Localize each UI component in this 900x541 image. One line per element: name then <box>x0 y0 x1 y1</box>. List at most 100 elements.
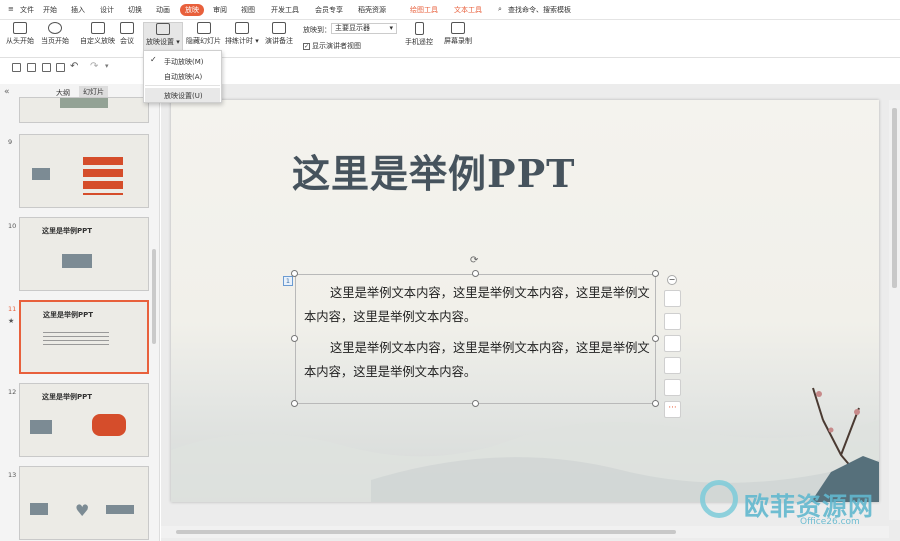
menu-home[interactable]: 开始 <box>43 5 57 15</box>
slide-number: 10 <box>8 222 17 230</box>
vertical-scrollbar[interactable] <box>889 100 900 520</box>
chevron-down-icon: ▾ <box>389 24 393 32</box>
menu-drawing-tools[interactable]: 绘图工具 <box>410 5 438 15</box>
menu-review[interactable]: 审阅 <box>213 5 227 15</box>
command-search[interactable]: 查找命令、搜索模板 <box>508 5 571 15</box>
lightbulb-icon[interactable] <box>664 379 681 396</box>
slideshow-icon <box>13 22 27 34</box>
menu-slideshow[interactable]: 放映 <box>180 4 204 16</box>
phone-icon <box>414 22 424 35</box>
slide-thumbnail-9[interactable] <box>19 134 149 208</box>
resize-handle[interactable] <box>472 400 479 407</box>
animation-order-badge[interactable]: 1 <box>283 276 293 286</box>
settings-icon <box>155 23 170 35</box>
slide-number: 12 <box>8 388 17 396</box>
thumb-graphic <box>106 505 134 514</box>
resize-handle[interactable] <box>652 400 659 407</box>
menu-text-tools[interactable]: 文本工具 <box>454 5 482 15</box>
watermark-subtext: Office26.com <box>800 517 860 527</box>
panel-scrollbar[interactable] <box>152 249 156 344</box>
timer-icon <box>234 22 249 34</box>
custom-show-button[interactable]: 自定义放映 <box>80 22 115 46</box>
resize-handle[interactable] <box>291 270 298 277</box>
hide-slide-button[interactable]: 隐藏幻灯片 <box>186 22 221 46</box>
slide-thumbnail-10[interactable]: 这里是举例PPT <box>19 217 149 291</box>
slideshow-settings-menu: ✓ 手动放映(M) 自动放映(A) 放映设置(U) <box>143 50 222 103</box>
slide-thumbnail-11[interactable]: 这里是举例PPT <box>19 300 149 374</box>
menu-item-auto[interactable]: 自动放映(A) <box>164 72 202 82</box>
screen-record-button[interactable]: 屏幕录制 <box>444 22 472 46</box>
search-icon[interactable]: ⌕ <box>498 5 502 14</box>
slide-number: 11 <box>8 305 17 313</box>
meeting-button[interactable]: 会议 <box>120 22 134 46</box>
phone-remote-button[interactable]: 手机遥控 <box>405 22 433 47</box>
body-paragraph-1[interactable]: 这里是举例文本内容，这里是举例文本内容，这里是举例文本内容，这里是举例文本内容。 <box>304 282 654 329</box>
print-preview-icon[interactable] <box>56 63 65 72</box>
slide-number: 13 <box>8 471 17 479</box>
chevron-down-icon: ▾ <box>253 37 259 45</box>
print-icon[interactable] <box>42 63 51 72</box>
horizontal-scrollbar[interactable] <box>161 526 889 538</box>
menu-docer[interactable]: 稻壳资源 <box>358 5 386 15</box>
collapse-tools-icon[interactable]: − <box>667 275 677 285</box>
speaker-notes-button[interactable]: 演讲备注 <box>265 22 293 46</box>
thumb-graphic <box>83 157 123 195</box>
heart-icon: ♥ <box>75 501 90 520</box>
customize-icon[interactable]: ▾ <box>105 62 109 70</box>
menu-transitions[interactable]: 切换 <box>128 5 142 15</box>
menu-insert[interactable]: 插入 <box>71 5 85 15</box>
undo-icon[interactable]: ↶ <box>70 61 78 72</box>
menu-file[interactable]: 文件 <box>20 5 34 15</box>
pen-icon[interactable] <box>664 313 681 330</box>
animation-star-icon: ★ <box>8 317 15 325</box>
menu-design[interactable]: 设计 <box>100 5 114 15</box>
menu-member[interactable]: 会员专享 <box>315 5 343 15</box>
menu-item-manual[interactable]: 手动放映(M) <box>164 57 204 67</box>
rotate-handle-icon[interactable]: ⟳ <box>470 255 478 266</box>
eraser-icon[interactable] <box>664 335 681 352</box>
more-options-icon[interactable]: ··· <box>664 401 681 418</box>
custom-show-icon <box>90 22 105 34</box>
menu-animation[interactable]: 动画 <box>156 5 170 15</box>
play-from-current-button[interactable]: 当页开始 <box>41 22 69 46</box>
slide-thumbnail-12[interactable]: 这里是举例PPT <box>19 383 149 457</box>
scroll-thumb[interactable] <box>892 108 897 288</box>
resize-handle[interactable] <box>291 335 298 342</box>
show-to-label: 放映到： <box>303 26 331 34</box>
thumb-title: 这里是举例PPT <box>42 393 93 401</box>
menu-bar: ≡ 文件 开始 插入 设计 切换 动画 放映 审阅 视图 开发工具 会员专享 稻… <box>0 0 900 20</box>
menu-view[interactable]: 视图 <box>241 5 255 15</box>
hamburger-icon[interactable]: ≡ <box>8 5 14 13</box>
check-icon: ✓ <box>150 55 157 64</box>
slide-title[interactable]: 这里是举例PPT <box>292 143 575 198</box>
quick-access-toolbar: ↶ ↷ ▾ <box>0 60 160 76</box>
slideshow-settings-button[interactable]: 放映设置 ▾ <box>143 22 183 52</box>
save-icon[interactable] <box>12 63 21 72</box>
hide-slide-icon <box>196 22 211 34</box>
slide-thumbnail-13[interactable]: ♥ <box>19 466 149 540</box>
presenter-view-checkbox[interactable]: ✓ 显示演讲者视图 <box>303 41 361 51</box>
body-paragraph-2[interactable]: 这里是举例文本内容，这里是举例文本内容，这里是举例文本内容，这里是举例文本内容。 <box>304 337 654 384</box>
layers-icon[interactable] <box>664 290 681 307</box>
collapse-icon[interactable]: « <box>4 87 10 97</box>
frame-icon[interactable] <box>664 357 681 374</box>
redo-icon[interactable]: ↷ <box>90 61 98 72</box>
chevron-down-icon: ▾ <box>174 38 180 46</box>
menu-developer[interactable]: 开发工具 <box>271 5 299 15</box>
slide-thumbnail[interactable] <box>19 97 149 123</box>
menu-item-settings[interactable]: 放映设置(U) <box>145 88 220 102</box>
meeting-icon <box>120 22 134 34</box>
export-pdf-icon[interactable] <box>27 63 36 72</box>
play-from-start-button[interactable]: 从头开始 <box>6 22 34 46</box>
monitor-select[interactable]: 主要显示器 ▾ <box>331 23 397 34</box>
notes-icon <box>272 22 286 34</box>
thumb-graphic <box>60 98 108 108</box>
resize-handle[interactable] <box>652 270 659 277</box>
rehearse-timing-button[interactable]: 排练计时 ▾ <box>225 22 259 46</box>
ribbon: 从头开始 当页开始 自定义放映 会议 放映设置 ▾ 隐藏幻灯片 排练计时 ▾ 演… <box>0 20 900 58</box>
scroll-thumb[interactable] <box>176 530 676 534</box>
thumb-graphic <box>62 254 92 268</box>
resize-handle[interactable] <box>472 270 479 277</box>
resize-handle[interactable] <box>291 400 298 407</box>
thumb-title: 这里是举例PPT <box>42 227 93 235</box>
